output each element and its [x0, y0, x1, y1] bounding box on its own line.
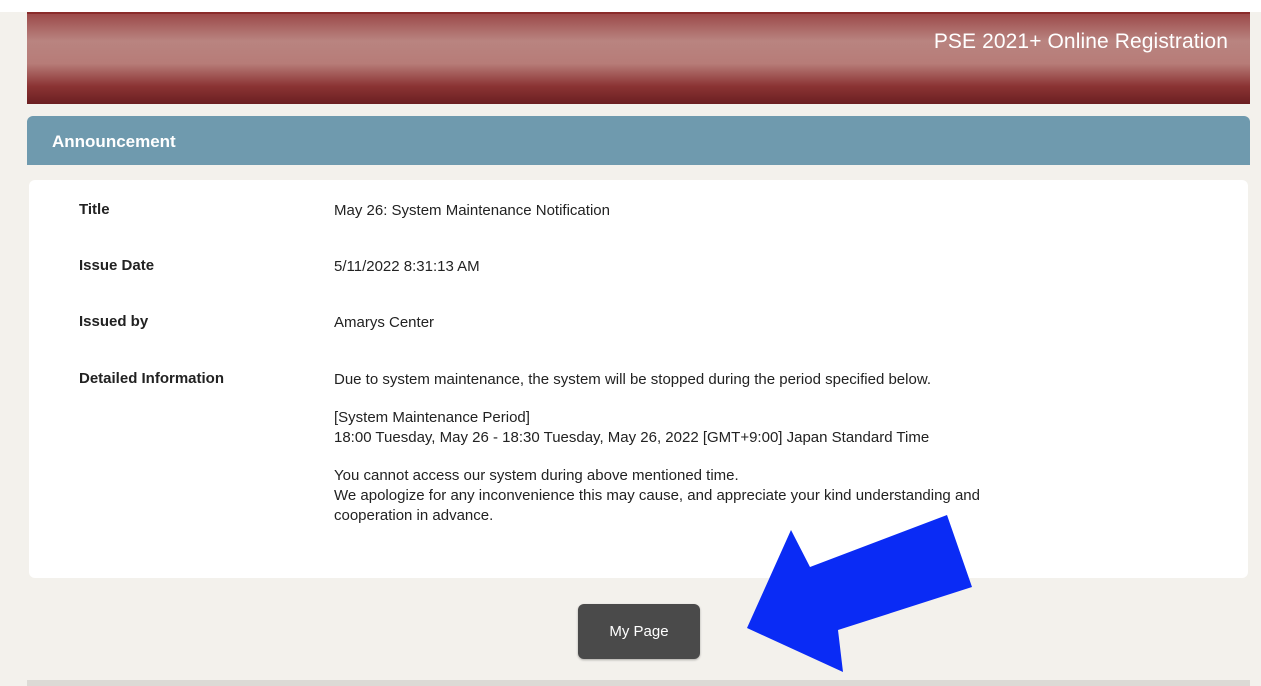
- notice-line-1: You cannot access our system during abov…: [334, 467, 739, 484]
- maintenance-period: 18:00 Tuesday, May 26 - 18:30 Tuesday, M…: [334, 429, 930, 446]
- detailed-info-value: Due to system maintenance, the system wi…: [334, 370, 1154, 526]
- notice-line-3: cooperation in advance.: [334, 507, 494, 524]
- title-value: May 26: System Maintenance Notification: [334, 202, 610, 219]
- announcement-header: Announcement: [27, 116, 1250, 165]
- detail-intro: Due to system maintenance, the system wi…: [334, 371, 931, 388]
- issue-date-value: 5/11/2022 8:31:13 AM: [334, 258, 480, 275]
- footer-divider: [27, 680, 1250, 686]
- my-page-button[interactable]: My Page: [578, 604, 700, 659]
- detailed-info-label: Detailed Information: [79, 370, 225, 387]
- maintenance-period-heading: [System Maintenance Period]: [334, 409, 530, 426]
- page: PSE 2021+ Online Registration Announceme…: [0, 0, 1261, 686]
- top-strip: [0, 0, 1261, 12]
- issue-date-label: Issue Date: [79, 257, 155, 274]
- notice-line-2: We apologize for any inconvenience this …: [334, 487, 980, 504]
- site-header: PSE 2021+ Online Registration: [27, 12, 1250, 104]
- issued-by-value: Amarys Center: [334, 314, 435, 331]
- title-label: Title: [79, 201, 110, 218]
- announcement-card: Title May 26: System Maintenance Notific…: [29, 180, 1248, 578]
- site-title: PSE 2021+ Online Registration: [933, 30, 1228, 53]
- announcement-title: Announcement: [52, 132, 176, 151]
- issued-by-label: Issued by: [79, 313, 149, 330]
